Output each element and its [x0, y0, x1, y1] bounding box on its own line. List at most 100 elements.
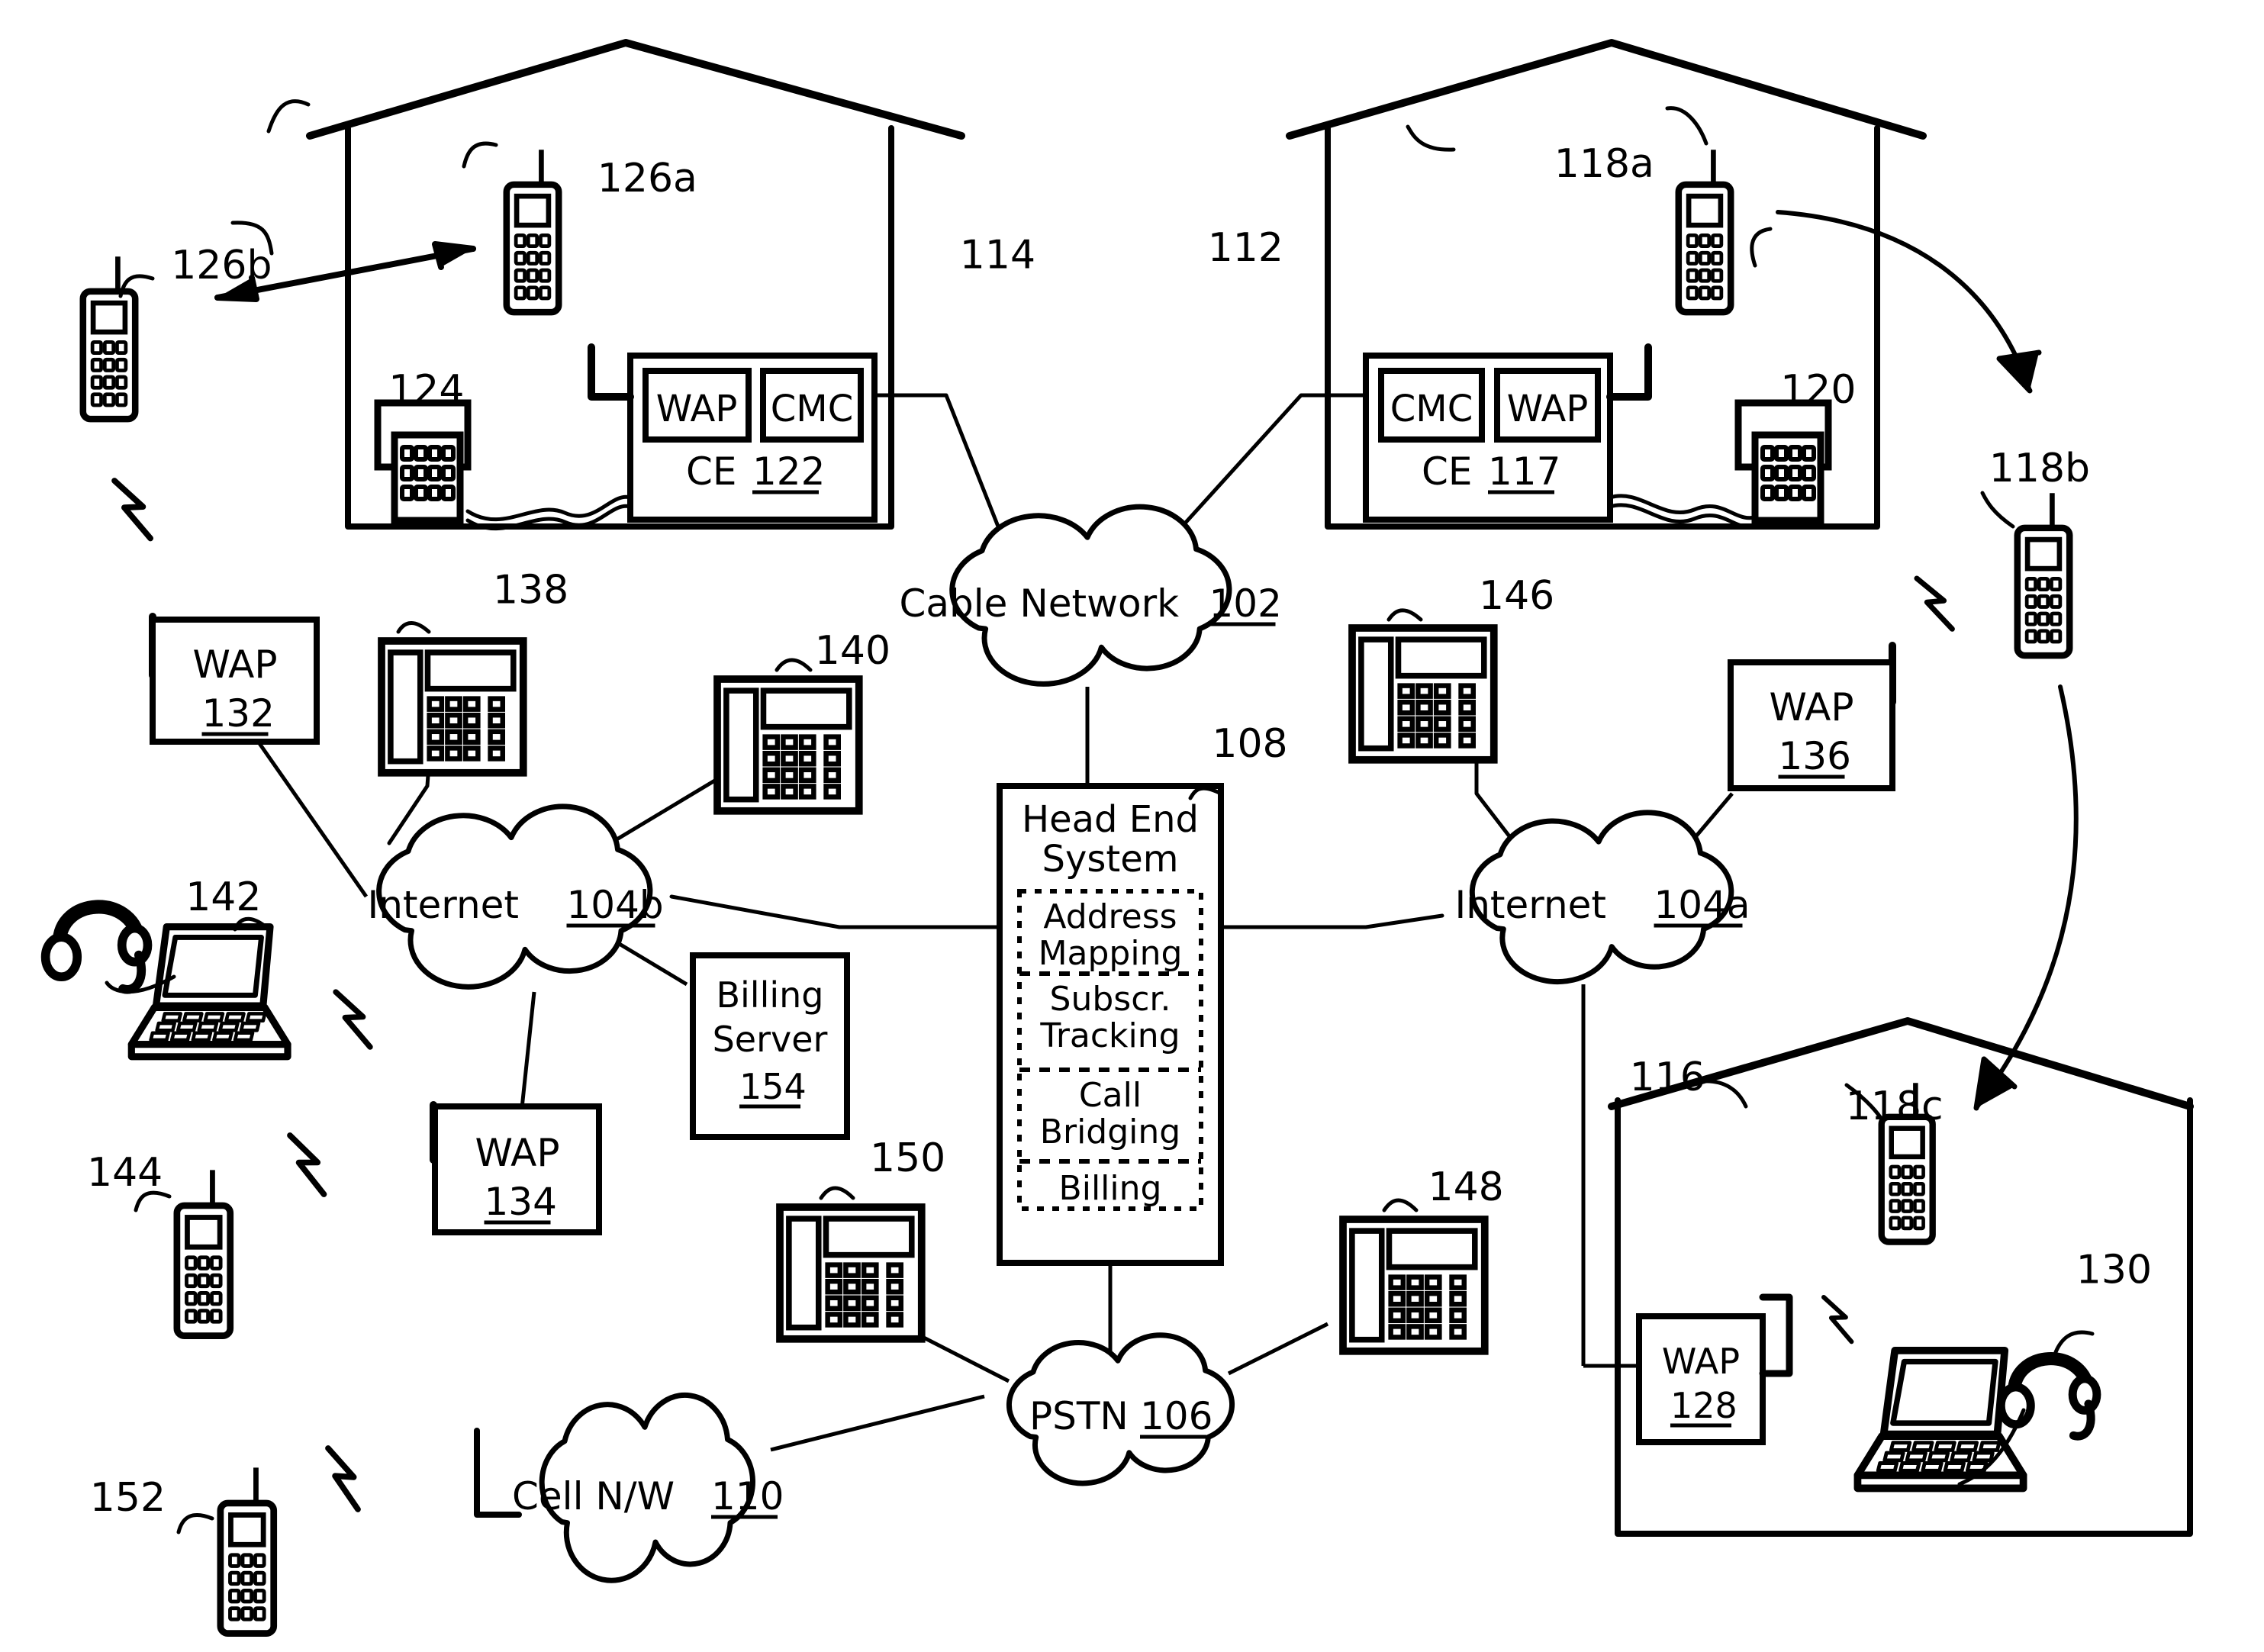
- pstn-label: PSTN 106: [1029, 1394, 1213, 1439]
- ce-122-label-text: CE: [686, 449, 737, 494]
- cable-network-label: Cable Network 102: [900, 581, 1282, 626]
- pstn-label-text: PSTN: [1029, 1394, 1129, 1438]
- desk-phone-150: [776, 1203, 926, 1343]
- ref-118b: 118b: [1989, 446, 2090, 491]
- mobile-118b: [2014, 493, 2073, 659]
- cmc-label-122: CMC: [771, 388, 853, 430]
- wap-132-ref-ref: 132: [202, 691, 275, 736]
- ref-138: 138: [493, 567, 568, 613]
- ref-130: 130: [2076, 1248, 2152, 1293]
- cell-network-label: Cell N/W 110: [512, 1474, 784, 1519]
- head-end-title-line2: System: [1042, 838, 1179, 881]
- wall-phone-120: [1734, 399, 1832, 524]
- head-end-module-line: Bridging: [1040, 1113, 1180, 1151]
- cmc-label-117: CMC: [1390, 388, 1473, 430]
- network-diagram-svg: WAP CMC CE 122 CMC WAP CE 117 Cable Network 10…: [40, 39, 2194, 1638]
- head-end-title-line1: Head End: [1022, 798, 1199, 841]
- ref-150: 150: [870, 1135, 945, 1181]
- head-end-module-line: Subscr.: [1050, 980, 1171, 1019]
- ce-122-label: CE 122: [686, 449, 825, 494]
- lightning-126b: [111, 478, 154, 542]
- ref-120: 120: [1780, 367, 1856, 413]
- mobile-152: [217, 1467, 278, 1638]
- desk-phone-140: [713, 675, 863, 815]
- billing-server: BillingServer 154: [690, 952, 850, 1140]
- mobile-126a: [503, 150, 562, 316]
- cable-network-label-ref: 102: [1209, 581, 1282, 626]
- internet-104b-label-text: Internet: [368, 883, 520, 927]
- cable-network-label-text: Cable Network: [900, 581, 1180, 626]
- head-end-system: Head EndSystem AddressMapping Subscr.Track…: [997, 783, 1224, 1266]
- wap-128-ref: 128: [1670, 1385, 1737, 1428]
- wap-label-117: WAP: [1507, 388, 1589, 430]
- head-end-module-line: Address: [1043, 897, 1177, 936]
- ce-117-label-text: CE: [1422, 449, 1473, 494]
- ref-116: 116: [1630, 1055, 1705, 1100]
- ref-146: 146: [1479, 573, 1554, 619]
- wap-128-label: WAP: [1662, 1341, 1740, 1382]
- wap-134-ref-ref: 134: [485, 1180, 557, 1224]
- ref-118c: 118c: [1846, 1084, 1944, 1129]
- ref-142: 142: [185, 874, 261, 920]
- house-112: CMC WAP CE 117: [1286, 39, 1927, 530]
- internet-104b-label: Internet 104b: [368, 883, 664, 928]
- billing-server-line2: Server: [713, 1019, 828, 1060]
- billing-server-line1: Billing: [716, 974, 823, 1016]
- ce-117-label: CE 117: [1422, 449, 1560, 494]
- lightning-118b: [1914, 575, 1955, 632]
- desk-phone-146: [1348, 624, 1498, 764]
- ref-124: 124: [388, 367, 464, 413]
- internet-104b-label-ref: 104b: [567, 883, 664, 927]
- ref-112: 112: [1208, 225, 1283, 271]
- ref-126a: 126a: [597, 156, 697, 201]
- ref-108: 108: [1212, 721, 1287, 767]
- wap-136-ref: 136: [1778, 734, 1851, 779]
- wap-132-label: WAP: [192, 642, 277, 687]
- wap-134: WAP 134: [430, 1101, 602, 1235]
- wap-132-ref: 132: [201, 691, 275, 736]
- mobile-118a: [1675, 150, 1734, 316]
- internet-104a-label-text: Internet: [1455, 883, 1607, 927]
- ref-148: 148: [1428, 1164, 1504, 1210]
- head-end-module-line: Tracking: [1039, 1016, 1180, 1055]
- cell-network-label-ref: 110: [711, 1474, 784, 1518]
- head-end-module-line: Call: [1079, 1076, 1142, 1115]
- wap-128-ref-ref: 128: [1670, 1385, 1737, 1426]
- lightning-152: [325, 1445, 361, 1512]
- cell-network-label-text: Cell N/W: [512, 1474, 675, 1518]
- headset-142: [40, 900, 153, 994]
- wap-134-label: WAP: [475, 1131, 559, 1175]
- ref-126b: 126b: [171, 243, 272, 288]
- internet-104a-label-ref: 104a: [1654, 883, 1750, 927]
- ref-140: 140: [815, 628, 890, 674]
- wap-136: WAP 136: [1728, 642, 1896, 791]
- ce-117-label-ref: 117: [1488, 449, 1560, 494]
- ref-144: 144: [87, 1150, 163, 1196]
- wap-136-ref-ref: 136: [1779, 734, 1851, 778]
- ce-122-label-ref: 122: [752, 449, 825, 494]
- house-114: WAP CMC CE 122: [230, 39, 965, 530]
- desk-phone-138: [378, 637, 527, 777]
- wap-label-122: WAP: [656, 388, 738, 430]
- ref-114: 114: [960, 233, 1035, 279]
- lightning-128: [1821, 1295, 1854, 1344]
- laptop-142: [127, 923, 291, 1061]
- wall-phone-124: [374, 399, 472, 524]
- desk-phone-148: [1339, 1216, 1489, 1355]
- billing-server-ref: 154: [739, 1066, 807, 1109]
- billing-server-ref-ref: 154: [739, 1066, 807, 1107]
- lightning-144: [287, 1132, 327, 1197]
- ref-118a: 118a: [1554, 141, 1654, 187]
- wap-132: WAP132: [149, 613, 320, 745]
- wap-134-ref: 134: [484, 1180, 557, 1225]
- wap-136-label: WAP: [1769, 685, 1853, 729]
- mobile-144: [173, 1170, 234, 1340]
- internet-104a-label: Internet 104a: [1455, 883, 1750, 928]
- lightning-142: [333, 989, 373, 1050]
- head-end-module-line: Mapping: [1039, 934, 1183, 973]
- pstn-label-ref: 106: [1140, 1394, 1213, 1438]
- ref-152: 152: [90, 1475, 166, 1521]
- head-end-module-line: Billing: [1059, 1169, 1162, 1208]
- laptop-130: [1853, 1347, 2027, 1493]
- patent-figure-canvas: WAP CMC CE 122 CMC WAP CE 117 Cable Network 10…: [0, 0, 2264, 1652]
